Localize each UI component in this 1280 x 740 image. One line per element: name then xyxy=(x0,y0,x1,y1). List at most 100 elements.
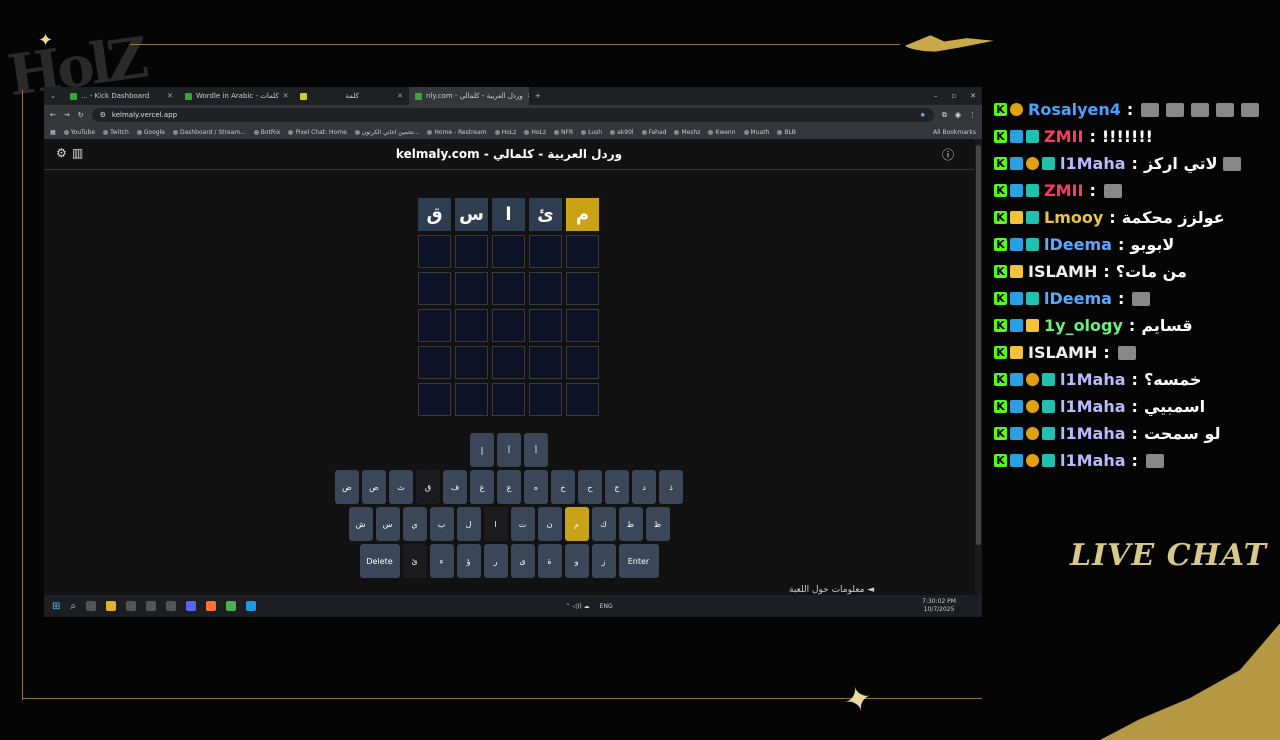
bookmark-item[interactable]: Google xyxy=(137,129,165,136)
game-info-link[interactable]: معلومات حول اللعبة ◄ xyxy=(789,585,874,595)
delete-key[interactable]: Delete xyxy=(359,544,400,578)
chrome-icon[interactable] xyxy=(226,601,236,611)
letter-key[interactable]: ض xyxy=(335,470,359,504)
letter-key[interactable]: ف xyxy=(443,470,467,504)
tab-search-button[interactable]: ⌄ xyxy=(44,87,64,105)
back-icon[interactable]: ← xyxy=(50,111,56,119)
bookmark-item[interactable]: HoLz xyxy=(495,129,517,136)
bookmark-item[interactable]: Twitch xyxy=(103,129,129,136)
tab-kick-dashboard[interactable]: ... - Kick Dashboard ✕ xyxy=(64,87,179,105)
bookmark-item[interactable]: Lush xyxy=(581,129,602,136)
letter-key[interactable]: و xyxy=(564,544,589,578)
letter-key[interactable]: ا xyxy=(483,507,508,541)
letter-key[interactable]: م xyxy=(564,507,589,541)
letter-key[interactable]: ذ xyxy=(659,470,683,504)
bookmark-item[interactable]: Home - Restream xyxy=(427,129,486,136)
letter-key[interactable]: ه xyxy=(524,470,548,504)
letter-key[interactable]: ك xyxy=(591,507,616,541)
letter-key[interactable]: إ xyxy=(470,433,494,467)
reload-icon[interactable]: ↻ xyxy=(78,111,84,119)
letter-key[interactable]: ت xyxy=(510,507,535,541)
bookmark-item[interactable]: Muath xyxy=(744,129,770,136)
letter-key[interactable]: د xyxy=(632,470,656,504)
letter-key[interactable]: ص xyxy=(362,470,386,504)
info-icon[interactable]: ⓘ xyxy=(942,146,954,163)
letter-key[interactable]: ث xyxy=(389,470,413,504)
system-tray-icons[interactable]: ⌃ ◁)) ☁ xyxy=(566,603,590,610)
app-icon[interactable] xyxy=(166,601,176,611)
letter-key[interactable]: ل xyxy=(456,507,481,541)
chat-username[interactable]: l1Maha xyxy=(1060,154,1126,173)
profile-icon[interactable]: ◉ xyxy=(955,111,961,119)
letter-key[interactable]: ي xyxy=(402,507,427,541)
bookmark-item[interactable]: BotRix xyxy=(254,129,281,136)
letter-key[interactable]: ر xyxy=(483,544,508,578)
file-explorer-icon[interactable] xyxy=(106,601,116,611)
letter-key[interactable]: ش xyxy=(348,507,373,541)
chat-username[interactable]: l1Maha xyxy=(1060,370,1126,389)
firefox-icon[interactable] xyxy=(206,601,216,611)
letter-key[interactable]: ء xyxy=(429,544,454,578)
language-indicator[interactable]: ENG xyxy=(600,603,613,610)
chat-username[interactable]: lDeema xyxy=(1044,289,1112,308)
forward-icon[interactable]: → xyxy=(64,111,70,119)
chat-username[interactable]: l1Maha xyxy=(1060,451,1126,470)
scrollbar[interactable] xyxy=(975,139,982,599)
letter-key[interactable]: ب xyxy=(429,507,454,541)
letter-key[interactable]: آ xyxy=(497,433,521,467)
bookmark-item[interactable]: Kwenn xyxy=(708,129,735,136)
letter-key[interactable]: ق xyxy=(416,470,440,504)
all-bookmarks[interactable]: All Bookmarks xyxy=(933,129,976,136)
letter-key[interactable]: ة xyxy=(537,544,562,578)
letter-key[interactable]: ح xyxy=(578,470,602,504)
tab-wordle-arabic[interactable]: Wordle in Arabic - كلمات ✕ xyxy=(179,87,294,105)
letter-key[interactable]: ج xyxy=(605,470,629,504)
close-icon[interactable]: ✕ xyxy=(283,92,289,100)
maximize-icon[interactable]: ▫ xyxy=(951,92,956,100)
chat-username[interactable]: ZMII xyxy=(1044,127,1083,146)
app-icon[interactable] xyxy=(146,601,156,611)
chat-username[interactable]: ISLAMH xyxy=(1028,343,1097,362)
menu-icon[interactable]: ⋮ xyxy=(969,111,976,119)
bookmark-item[interactable]: Meshz xyxy=(674,129,700,136)
tab-kelma[interactable]: كلمة ✕ xyxy=(294,87,409,105)
bookmark-item[interactable]: NFR xyxy=(554,129,573,136)
enter-key[interactable]: Enter xyxy=(618,544,659,578)
chat-username[interactable]: l1Maha xyxy=(1060,397,1126,416)
discord-icon[interactable] xyxy=(186,601,196,611)
close-icon[interactable]: ✕ xyxy=(167,92,173,100)
app-icon[interactable] xyxy=(126,601,136,611)
close-window-icon[interactable]: ✕ xyxy=(970,92,976,100)
letter-key[interactable]: أ xyxy=(524,433,548,467)
letter-key[interactable]: ى xyxy=(510,544,535,578)
minimize-icon[interactable]: – xyxy=(934,92,938,100)
bookmark-item[interactable]: HoLz xyxy=(524,129,546,136)
steam-icon[interactable] xyxy=(246,601,256,611)
chat-username[interactable]: lDeema xyxy=(1044,235,1112,254)
chat-username[interactable]: Lmooy xyxy=(1044,208,1103,227)
start-icon[interactable]: ⊞ xyxy=(52,601,60,612)
letter-key[interactable]: س xyxy=(375,507,400,541)
chat-username[interactable]: ISLAMH xyxy=(1028,262,1097,281)
bookmark-star-icon[interactable]: ★ xyxy=(920,111,926,119)
new-tab-button[interactable]: + xyxy=(529,87,547,105)
close-icon[interactable]: ✕ xyxy=(397,92,403,100)
letter-key[interactable]: ؤ xyxy=(456,544,481,578)
chat-username[interactable]: ZMII xyxy=(1044,181,1083,200)
clock[interactable]: 7:30:02 PM 10/7/2025 xyxy=(922,598,956,614)
bookmark-item[interactable]: Fahad xyxy=(642,129,667,136)
chat-username[interactable]: l1Maha xyxy=(1060,424,1126,443)
letter-key[interactable]: ئ xyxy=(402,544,427,578)
chat-username[interactable]: Rosalyen4 xyxy=(1028,100,1121,119)
letter-key[interactable]: ن xyxy=(537,507,562,541)
url-input[interactable]: ⚙ kelmaly.vercel.app ★ xyxy=(91,108,934,122)
letter-key[interactable]: ظ xyxy=(645,507,670,541)
letter-key[interactable]: ز xyxy=(591,544,616,578)
letter-key[interactable]: ع xyxy=(497,470,521,504)
bookmark-item[interactable]: YouTube xyxy=(64,129,95,136)
letter-key[interactable]: خ xyxy=(551,470,575,504)
bookmark-item[interactable]: تخمين اغاني الكرتون... xyxy=(355,129,420,136)
apps-icon[interactable]: ▦ xyxy=(50,129,56,136)
bookmark-item[interactable]: Dashboard / Stream... xyxy=(173,129,246,136)
search-icon[interactable]: ⌕ xyxy=(70,601,76,612)
